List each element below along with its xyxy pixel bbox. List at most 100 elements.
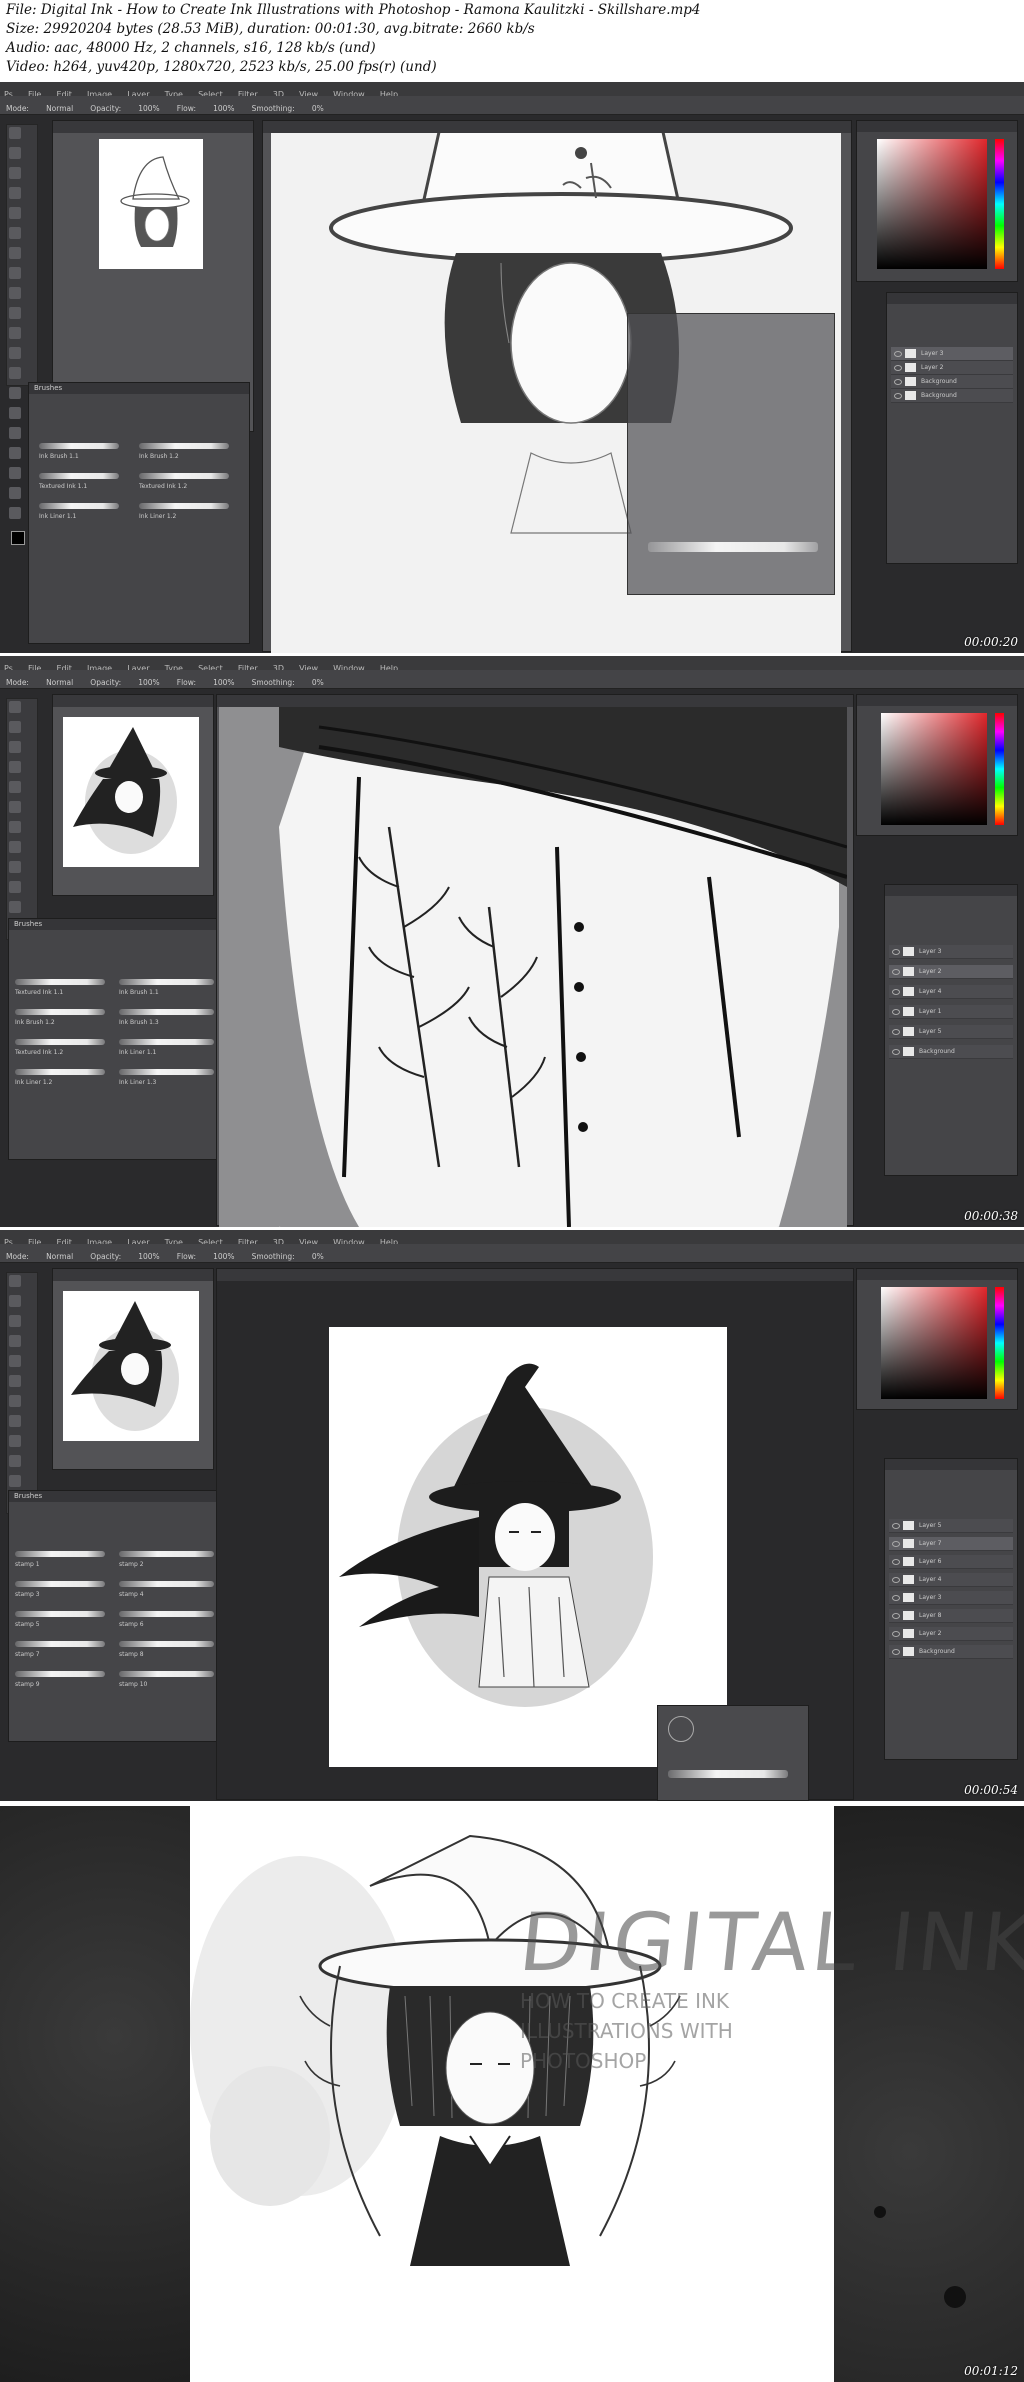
marquee-tool-icon[interactable] <box>9 147 21 159</box>
zoom-tool-icon[interactable] <box>9 507 21 519</box>
brush-stroke-preview[interactable] <box>139 473 229 479</box>
brush-stroke-preview[interactable] <box>119 1551 214 1557</box>
visibility-icon[interactable] <box>892 1649 900 1655</box>
foreground-swatch[interactable] <box>11 531 25 545</box>
hand-tool-icon[interactable] <box>9 487 21 499</box>
mode-select[interactable]: Normal <box>46 104 73 113</box>
brush-item[interactable]: Ink Brush 1.2 <box>15 1019 55 1026</box>
brush-stroke-preview[interactable] <box>119 1581 214 1587</box>
smoothing-value[interactable]: 0% <box>312 104 324 113</box>
navigator-tab[interactable] <box>53 695 213 707</box>
visibility-icon[interactable] <box>892 949 900 955</box>
flow-value[interactable]: 100% <box>213 1252 234 1261</box>
brush-stroke-preview[interactable] <box>119 1641 214 1647</box>
brush-stroke-preview[interactable] <box>15 1671 105 1677</box>
layer-row[interactable]: Layer 7 <box>889 1537 1013 1551</box>
stamp-tool-icon[interactable] <box>9 287 21 299</box>
brush-stroke-preview[interactable] <box>15 1641 105 1647</box>
canvas[interactable] <box>329 1327 727 1767</box>
layer-row[interactable]: Layer 2 <box>889 965 1013 979</box>
opacity-value[interactable]: 100% <box>138 104 159 113</box>
pen-tool-icon[interactable] <box>9 407 21 419</box>
brush-item[interactable]: Textured Ink 1.1 <box>39 483 87 490</box>
visibility-icon[interactable] <box>894 379 902 385</box>
brush-item[interactable]: stamp 7 <box>15 1651 40 1658</box>
brush-tool-icon[interactable] <box>9 1415 21 1427</box>
eyedropper-icon[interactable] <box>9 227 21 239</box>
color-field[interactable] <box>877 139 987 269</box>
color-field[interactable] <box>881 1287 987 1399</box>
visibility-icon[interactable] <box>892 969 900 975</box>
visibility-icon[interactable] <box>894 365 902 371</box>
layer-row[interactable]: Layer 3 <box>891 347 1013 361</box>
canvas[interactable] <box>271 133 841 653</box>
gradient-tool-icon[interactable] <box>9 901 21 913</box>
brush-stroke-preview[interactable] <box>15 1611 105 1617</box>
brush-stroke-preview[interactable] <box>139 503 229 509</box>
brush-item[interactable]: Ink Liner 1.2 <box>15 1079 52 1086</box>
shape-tool-icon[interactable] <box>9 467 21 479</box>
brush-stroke-preview[interactable] <box>119 1671 214 1677</box>
brush-item[interactable]: Ink Brush 1.3 <box>119 1019 159 1026</box>
eraser-tool-icon[interactable] <box>9 881 21 893</box>
mode-select[interactable]: Normal <box>46 1252 73 1261</box>
stamp-tool-icon[interactable] <box>9 861 21 873</box>
heal-tool-icon[interactable] <box>9 247 21 259</box>
layer-row[interactable]: Layer 6 <box>889 1555 1013 1569</box>
layer-row[interactable]: Layer 3 <box>889 945 1013 959</box>
opacity-value[interactable]: 100% <box>138 678 159 687</box>
layer-row[interactable]: Layer 1 <box>889 1005 1013 1019</box>
hue-slider[interactable] <box>995 713 1004 825</box>
brush-stroke-preview[interactable] <box>39 503 119 509</box>
brush-item[interactable]: Ink Brush 1.1 <box>119 989 159 996</box>
hue-slider[interactable] <box>995 139 1004 269</box>
canvas[interactable] <box>219 707 847 1227</box>
brush-item[interactable]: stamp 1 <box>15 1561 40 1568</box>
visibility-icon[interactable] <box>892 1029 900 1035</box>
visibility-icon[interactable] <box>892 1523 900 1529</box>
hue-slider[interactable] <box>995 1287 1004 1399</box>
brush-angle-icon[interactable] <box>668 1716 694 1742</box>
brush-item[interactable]: stamp 6 <box>119 1621 144 1628</box>
brush-item[interactable]: stamp 2 <box>119 1561 144 1568</box>
layer-row[interactable]: Layer 5 <box>889 1025 1013 1039</box>
brush-stroke-preview[interactable] <box>668 1770 788 1778</box>
opacity-value[interactable]: 100% <box>138 1252 159 1261</box>
color-field[interactable] <box>881 713 987 825</box>
brush-item[interactable]: stamp 10 <box>119 1681 147 1688</box>
document-tab[interactable] <box>217 1269 853 1281</box>
visibility-icon[interactable] <box>892 1595 900 1601</box>
eraser-tool-icon[interactable] <box>9 1455 21 1467</box>
mode-select[interactable]: Normal <box>46 678 73 687</box>
visibility-icon[interactable] <box>894 393 902 399</box>
brush-stroke-preview[interactable] <box>15 1039 105 1045</box>
marquee-tool-icon[interactable] <box>9 721 21 733</box>
lasso-tool-icon[interactable] <box>9 741 21 753</box>
brush-item[interactable]: Textured Ink 1.2 <box>139 483 187 490</box>
brush-stroke-preview[interactable] <box>15 1581 105 1587</box>
visibility-icon[interactable] <box>892 1577 900 1583</box>
layer-row[interactable]: Layer 5 <box>889 1519 1013 1533</box>
layer-row[interactable]: Layer 2 <box>889 1627 1013 1641</box>
brush-stroke-preview[interactable] <box>15 979 105 985</box>
visibility-icon[interactable] <box>892 989 900 995</box>
brush-item[interactable]: stamp 5 <box>15 1621 40 1628</box>
visibility-icon[interactable] <box>892 1631 900 1637</box>
brush-item[interactable]: Ink Brush 1.2 <box>139 453 179 460</box>
brush-item[interactable]: Ink Liner 1.2 <box>139 513 176 520</box>
dodge-tool-icon[interactable] <box>9 387 21 399</box>
brush-item[interactable]: Textured Ink 1.2 <box>15 1049 63 1056</box>
navigator-tab[interactable] <box>53 1269 213 1281</box>
lasso-tool-icon[interactable] <box>9 167 21 179</box>
brush-item[interactable]: stamp 3 <box>15 1591 40 1598</box>
move-tool-icon[interactable] <box>9 1275 21 1287</box>
visibility-icon[interactable] <box>892 1613 900 1619</box>
eyedropper-icon[interactable] <box>9 1375 21 1387</box>
layer-row[interactable]: Background <box>891 389 1013 403</box>
visibility-icon[interactable] <box>892 1009 900 1015</box>
eyedropper-icon[interactable] <box>9 801 21 813</box>
brush-stroke-preview[interactable] <box>119 1611 214 1617</box>
brush-stroke-preview[interactable] <box>119 1039 214 1045</box>
crop-tool-icon[interactable] <box>9 207 21 219</box>
document-tab[interactable] <box>217 695 853 707</box>
